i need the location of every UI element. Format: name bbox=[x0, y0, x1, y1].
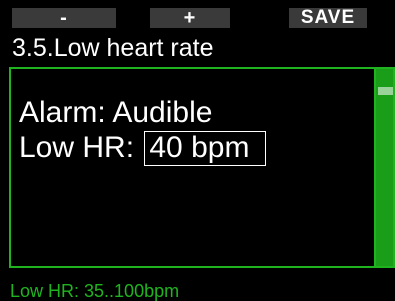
scroll-thumb[interactable] bbox=[378, 87, 393, 95]
increase-button[interactable]: + bbox=[150, 8, 230, 28]
settings-panel: Alarm: Audible Low HR: 40 bpm bbox=[9, 67, 376, 268]
save-button[interactable]: SAVE bbox=[289, 8, 367, 28]
range-hint: Low HR: 35..100bpm bbox=[10, 281, 180, 301]
alarm-value: Audible bbox=[112, 96, 213, 129]
low-hr-value-field[interactable]: 40 bpm bbox=[144, 131, 267, 166]
low-hr-label: Low HR: bbox=[19, 131, 143, 164]
decrease-button[interactable]: - bbox=[12, 8, 116, 28]
low-hr-row[interactable]: Low HR: 40 bpm bbox=[19, 131, 267, 166]
alarm-label: Alarm: bbox=[19, 96, 113, 129]
alarm-row[interactable]: Alarm: Audible bbox=[19, 97, 212, 129]
page-title: 3.5.Low heart rate bbox=[12, 34, 214, 62]
scrollbar[interactable] bbox=[376, 67, 395, 268]
